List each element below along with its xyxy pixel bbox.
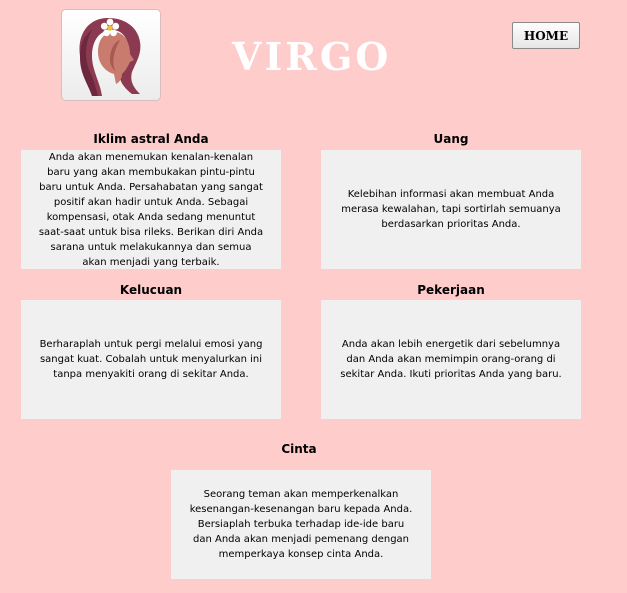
section-text-uang: Kelebihan informasi akan membuat Anda me… [341, 189, 561, 230]
panel-pekerjaan: Anda akan lebih energetik dari sebelumny… [321, 300, 581, 419]
panel-cinta: Seorang teman akan memperkenalkan kesena… [171, 470, 431, 579]
panel-iklim-astral: Anda akan menemukan kenalan-kenalan baru… [21, 150, 281, 269]
section-heading-iklim-astral: Iklim astral Anda [93, 132, 209, 146]
section-text-pekerjaan: Anda akan lebih energetik dari sebelumny… [340, 339, 562, 380]
home-button[interactable]: HOME [512, 22, 580, 49]
virgo-woman-silhouette-icon [79, 18, 141, 96]
virgo-logo [62, 10, 160, 100]
section-heading-cinta: Cinta [281, 442, 317, 456]
panel-uang: Kelebihan informasi akan membuat Anda me… [321, 150, 581, 269]
section-heading-kelucuan: Kelucuan [119, 283, 183, 297]
section-text-kelucuan: Berharaplah untuk pergi melalui emosi ya… [39, 339, 263, 380]
section-text-iklim-astral: Anda akan menemukan kenalan-kenalan baru… [38, 151, 264, 268]
section-heading-uang: Uang [433, 132, 469, 146]
page-title: VIRGO [232, 34, 392, 79]
section-text-cinta: Seorang teman akan memperkenalkan kesena… [189, 489, 413, 560]
section-heading-pekerjaan: Pekerjaan [417, 283, 485, 297]
panel-kelucuan: Berharaplah untuk pergi melalui emosi ya… [21, 300, 281, 419]
